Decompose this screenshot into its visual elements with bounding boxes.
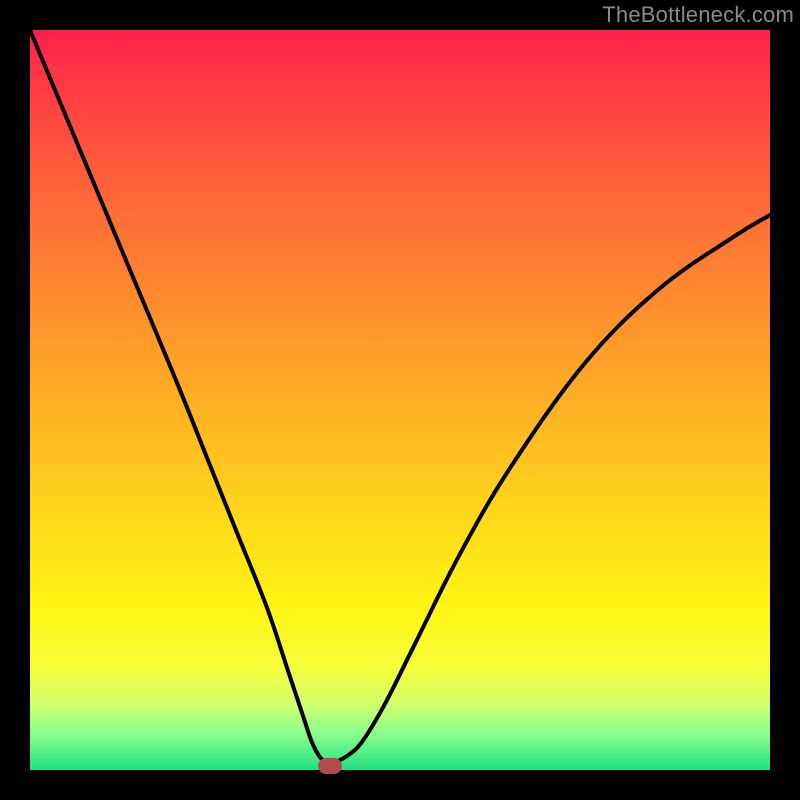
optimum-marker [318, 758, 342, 774]
plot-area [30, 30, 770, 770]
bottleneck-curve [30, 30, 770, 770]
watermark-text: TheBottleneck.com [602, 2, 794, 28]
chart-frame: TheBottleneck.com [0, 0, 800, 800]
